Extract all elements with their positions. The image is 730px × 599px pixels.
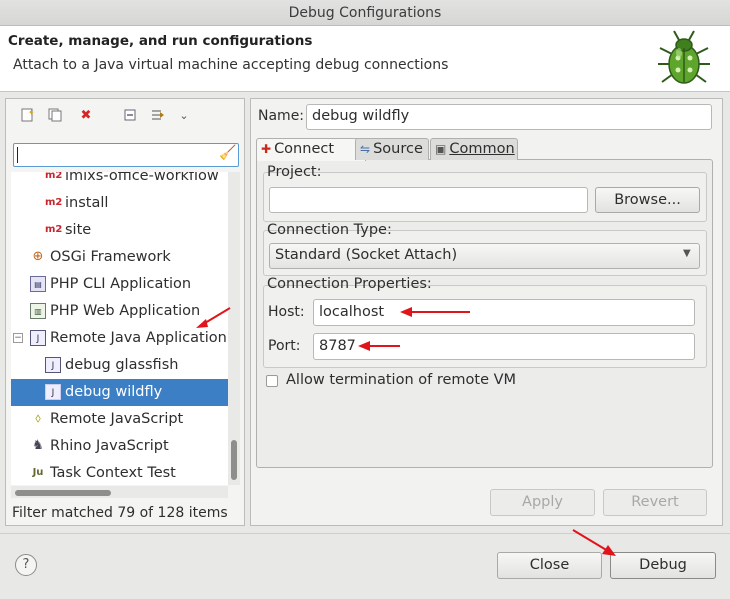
window-title-bar: Debug Configurations [0,0,730,26]
tab-connect[interactable]: ✚ Connect [256,138,366,161]
maven-m2-icon: m2 [45,224,63,235]
text-caret [17,147,18,163]
banner-title: Create, manage, and run configurations [8,33,313,49]
remote-java-icon: J [30,330,46,346]
debug-bug-icon [658,30,710,84]
tree-item[interactable]: ▤ PHP CLI Application [11,271,228,298]
vertical-scroll-thumb[interactable] [231,440,237,480]
tree-item[interactable]: Jdebug glassfish [11,352,228,379]
tree-item[interactable]: m2 site [11,217,228,244]
tree-item[interactable]: Ju Task Context Test [11,460,228,485]
annotation-arrow [400,307,470,317]
tree-item[interactable]: ♞ Rhino JavaScript [11,433,228,460]
window-title: Debug Configurations [288,5,442,21]
duplicate-icon[interactable] [44,104,66,126]
tree-item-selected[interactable]: Jdebug wildfly [11,379,228,406]
allow-termination-checkbox[interactable] [266,375,278,387]
svg-text:✦: ✦ [28,108,35,117]
apply-button[interactable]: Apply [490,489,595,516]
port-label: Port: [268,338,301,354]
connection-properties-label: Connection Properties: [267,276,432,292]
tree-item[interactable]: m2 imixs-office-workflow [11,172,228,190]
remote-javascript-icon: ⬨ [35,411,41,426]
annotation-arrow [572,529,616,556]
allow-termination-label[interactable]: Allow termination of remote VM [286,372,516,388]
annotation-arrow [196,307,231,328]
new-configuration-icon[interactable]: ✦ [16,104,38,126]
junit-icon: Ju [32,467,44,478]
maven-m2-icon: m2 [45,197,63,208]
help-icon[interactable]: ? [15,554,37,576]
annotation-arrow [358,341,400,351]
chevron-down-icon[interactable]: ⌄ [173,104,195,126]
osgi-icon: ⊕ [32,249,44,264]
host-input[interactable]: localhost [313,299,695,326]
connection-type-select[interactable]: Standard (Socket Attach) [269,243,700,269]
browse-button[interactable]: Browse... [595,187,700,213]
remote-java-icon: J [45,384,61,400]
chevron-down-icon: ▼ [683,248,691,259]
horizontal-scroll-thumb[interactable] [15,490,111,496]
configuration-name-input[interactable]: debug wildfly [306,104,712,130]
filter-icon[interactable] [147,104,169,126]
collapse-toggle-icon[interactable]: − [13,333,23,343]
tree-item[interactable]: m2 install [11,190,228,217]
connection-type-label: Connection Type: [267,222,392,238]
php-cli-icon: ▤ [30,276,46,292]
common-icon: ▣ [435,142,447,156]
revert-button[interactable]: Revert [603,489,707,516]
host-label: Host: [268,304,305,320]
php-web-icon: ▥ [30,303,46,319]
banner-description: Attach to a Java virtual machine accepti… [13,57,449,73]
footer-divider [0,533,730,534]
clear-filter-icon[interactable]: 🧹 [219,145,236,161]
rhino-icon: ♞ [32,438,44,453]
remote-java-icon: J [45,357,61,373]
source-icon: ⇋ [360,142,371,156]
project-label: Project: [267,164,322,180]
debug-button[interactable]: Debug [610,552,716,579]
collapse-all-icon[interactable] [119,104,141,126]
project-input[interactable] [269,187,588,213]
name-label: Name: [258,108,305,124]
delete-icon[interactable]: ✖ [75,104,97,126]
filter-status: Filter matched 79 of 128 items [12,505,228,521]
tab-common[interactable]: ▣ Common [430,138,518,160]
tree-item[interactable]: ⬨ Remote JavaScript [11,406,228,433]
connect-icon: ✚ [261,142,272,156]
maven-m2-icon: m2 [45,172,63,181]
tab-source[interactable]: ⇋ Source [355,138,429,160]
tree-item[interactable]: ⊕ OSGi Framework [11,244,228,271]
filter-input[interactable] [13,143,239,167]
